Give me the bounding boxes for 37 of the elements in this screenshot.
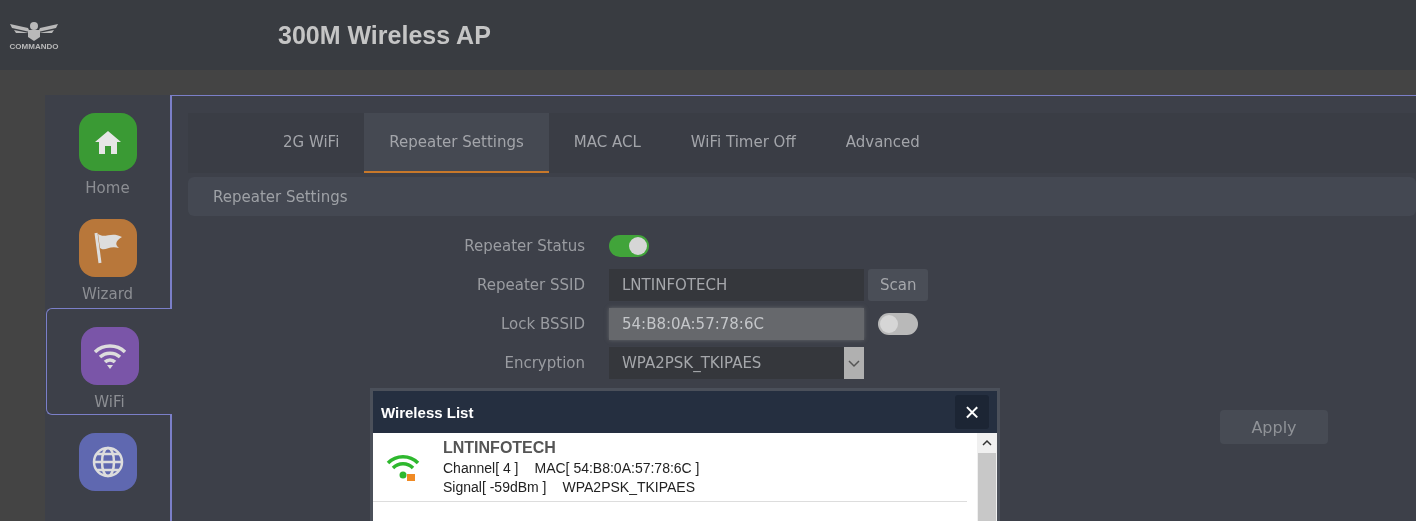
close-button[interactable]: × <box>955 395 989 429</box>
field-label: Repeater Status <box>463 236 586 255</box>
sidebar-item[interactable]: Wizard <box>45 201 172 308</box>
secured-wifi-icon <box>385 452 421 482</box>
tab[interactable]: MAC ACL <box>548 113 666 173</box>
text-field[interactable]: LNTINFOTECH <box>609 268 864 301</box>
security-text: WPA2PSK_TKIPAES <box>562 479 696 495</box>
dialog-title: Wireless List <box>381 403 474 421</box>
toggle-switch[interactable] <box>878 312 918 335</box>
section-title: Repeater Settings <box>213 187 348 206</box>
signal-text: Signal[ -59dBm ] <box>443 479 547 495</box>
mac-text: MAC[ 54:B8:0A:57:78:6C ] <box>534 460 700 476</box>
tab[interactable]: WiFi Timer Off <box>665 113 821 173</box>
text-field[interactable]: 54:B8:0A:57:78:6C <box>609 307 864 340</box>
tab[interactable]: Advanced <box>820 113 945 173</box>
dropdown[interactable]: WPA2PSK_TKIPAES <box>609 346 864 379</box>
page-title: 300M Wireless AP <box>278 20 491 50</box>
tab[interactable]: 2G WiFi <box>258 113 365 173</box>
field-label: Lock BSSID <box>499 314 586 333</box>
house-icon <box>93 129 122 155</box>
network-name: LNTINFOTECH <box>443 439 557 457</box>
field-label: Encryption <box>503 353 586 372</box>
chevron-down-icon <box>844 346 864 379</box>
sidebar-item[interactable]: WiFi <box>46 307 172 415</box>
winged-shield-icon <box>8 19 60 42</box>
channel-text: Channel[ 4 ] <box>443 460 519 476</box>
wifi-icon <box>92 341 127 370</box>
tab[interactable]: Repeater Settings <box>364 113 549 173</box>
apply-button[interactable]: Apply <box>1220 410 1328 444</box>
scan-button[interactable]: Scan <box>868 268 929 301</box>
globe-icon <box>90 444 125 479</box>
sidebar-item[interactable]: Home <box>45 95 172 202</box>
field-label: Repeater SSID <box>476 275 586 294</box>
logo: COMMANDO <box>8 19 60 51</box>
flag-icon <box>92 231 123 266</box>
scrollbar[interactable] <box>977 433 997 521</box>
toggle-switch[interactable] <box>609 234 649 257</box>
